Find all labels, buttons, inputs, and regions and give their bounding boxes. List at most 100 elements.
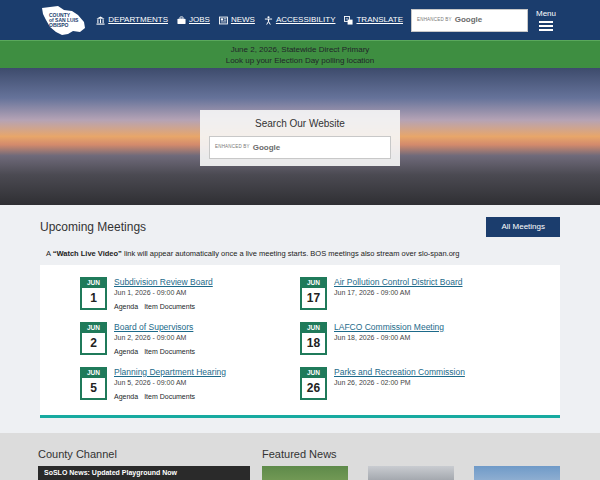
nav-label: JOBS	[189, 14, 210, 26]
logo-text: COUNTYof SAN LUISOBISPO	[40, 5, 86, 29]
meetings-section: Upcoming Meetings All Meetings A “Watch Li…	[0, 205, 600, 433]
badge-day: 18	[300, 333, 327, 355]
site-header: COUNTYof SAN LUISOBISPO DEPARTMENTS JOBS NE…	[0, 0, 600, 40]
briefcase-icon	[177, 16, 186, 25]
meetings-list: JUN1Subdivision Review BoardJun 1, 2026 …	[40, 265, 560, 418]
badge-month: JUN	[300, 367, 327, 378]
meeting-links: Agenda Item Documents	[114, 302, 213, 312]
hamburger-icon	[539, 21, 553, 31]
nav-label: TRANSLATE	[356, 14, 403, 26]
meeting-link[interactable]: Item Documents	[144, 347, 195, 357]
nav-link[interactable]: TRANSLATE	[344, 14, 403, 26]
site-search-box: Search Our Website ENHANCED BYGoogle	[200, 110, 400, 166]
meeting-item: JUN18 LAFCO Commission MeetingJun 18, 202…	[300, 322, 520, 358]
meeting-body: LAFCO Commission MeetingJun 18, 2026 - 0…	[334, 322, 444, 358]
date-badge: JUN18	[300, 322, 327, 358]
channel-video[interactable]: SoSLO News: Updated Playground Now	[38, 466, 250, 480]
menu-button[interactable]: Menu	[532, 10, 560, 31]
date-badge: JUN5	[80, 367, 107, 403]
meeting-links: Agenda Item Documents	[114, 392, 226, 402]
bottom-section: County Channel SoSLO News: Updated Playgr…	[0, 433, 600, 480]
meeting-date: Jun 18, 2026 - 09:00 AM	[334, 333, 444, 343]
all-meetings-button[interactable]: All Meetings	[486, 217, 560, 237]
badge-month: JUN	[80, 277, 107, 288]
badge-day: 1	[80, 288, 107, 310]
news-image[interactable]	[262, 466, 348, 480]
meetings-column: JUN1Subdivision Review BoardJun 1, 2026 …	[80, 277, 300, 403]
meeting-body: Planning Department HearingJun 5, 2026 -…	[114, 367, 226, 403]
meeting-title[interactable]: Planning Department Hearing	[114, 367, 226, 378]
google-brand: Google	[455, 14, 483, 26]
search-title: Search Our Website	[209, 116, 391, 131]
meetings-header: Upcoming Meetings All Meetings	[40, 217, 560, 237]
note-bold: “Watch Live Video”	[53, 249, 122, 258]
meeting-title[interactable]: Parks and Recreation Commission	[334, 367, 465, 378]
meeting-date: Jun 1, 2026 - 09:00 AM	[114, 288, 213, 298]
translate-icon	[344, 16, 353, 25]
logo-line: OBISPO	[49, 23, 86, 28]
building-icon	[96, 16, 105, 25]
badge-day: 26	[300, 378, 327, 400]
note-prefix: A	[46, 249, 53, 258]
meetings-title: Upcoming Meetings	[40, 220, 146, 234]
hero-image: Search Our Website ENHANCED BYGoogle	[0, 68, 600, 205]
news-title: Featured News	[262, 447, 560, 461]
logo-line: COUNTY	[49, 13, 86, 18]
meeting-link[interactable]: Agenda	[114, 392, 138, 402]
meetings-column: JUN 17 Air Pollution Control District Boar…	[300, 277, 520, 403]
live-video-note: A “Watch Live Video” link will appear au…	[40, 249, 560, 259]
meeting-body: Subdivision Review BoardJun 1, 2026 - 09…	[114, 277, 213, 313]
meeting-link[interactable]: Item Documents	[144, 302, 195, 312]
video-title: SoSLO News: Updated Playground Now	[44, 468, 244, 477]
badge-day: 2	[80, 333, 107, 355]
badge-month: JUN	[300, 322, 327, 333]
meeting-link[interactable]: Agenda	[114, 302, 138, 312]
meeting-item: JUN26 Parks and Recreation CommissionJun …	[300, 367, 520, 403]
meeting-date: Jun 17, 2026 - 09:00 AM	[334, 288, 463, 298]
election-link[interactable]: June 2, 2026, Statewide Direct Primary	[231, 44, 370, 55]
nav-label: NEWS	[231, 14, 255, 26]
menu-label: Menu	[536, 10, 556, 18]
enhanced-note: ENHANCED BY	[417, 17, 452, 24]
nav-link[interactable]: NEWS	[219, 14, 255, 26]
header-search-field[interactable]: ENHANCED BYGoogle	[411, 9, 528, 32]
meeting-body: Air Pollution Control District BoardJun …	[334, 277, 463, 313]
date-badge: JUN1	[80, 277, 107, 313]
meeting-item: JUN1 Subdivision Review BoardJun 1, 2026 …	[80, 277, 300, 313]
nav-label: DEPARTMENTS	[108, 14, 168, 26]
meeting-title[interactable]: Air Pollution Control District Board	[334, 277, 463, 288]
channel-title: County Channel	[38, 447, 250, 461]
meeting-title[interactable]: Subdivision Review Board	[114, 277, 213, 288]
meeting-link[interactable]: Agenda	[114, 347, 138, 357]
main-nav: DEPARTMENTS JOBS NEWS ACCESSIBILITY TRANSLAT…	[96, 14, 403, 26]
site-search-field[interactable]: ENHANCED BYGoogle	[209, 136, 391, 159]
nav-link[interactable]: ACCESSIBILITY	[264, 14, 336, 26]
meeting-item: JUN17Air Pollution Control District Boar…	[300, 277, 520, 313]
slo-span-link[interactable]: slo-span.org	[418, 249, 459, 258]
meeting-date: Jun 26, 2026 - 02:00 PM	[334, 378, 465, 388]
election-link[interactable]: Look up your Election Day polling locati…	[226, 55, 375, 66]
news-image[interactable]	[474, 466, 560, 480]
nav-label: ACCESSIBILITY	[276, 14, 336, 26]
news-image[interactable]	[368, 466, 454, 480]
election-banner: June 2, 2026, Statewide Direct PrimaryLo…	[0, 40, 600, 68]
badge-month: JUN	[80, 367, 107, 378]
meeting-body: Parks and Recreation CommissionJun 26, 2…	[334, 367, 465, 403]
meeting-links: Agenda Item Documents	[114, 347, 195, 357]
county-channel: County Channel SoSLO News: Updated Playgr…	[38, 447, 250, 480]
badge-day: 17	[300, 288, 327, 310]
meeting-title[interactable]: Board of Supervisors	[114, 322, 195, 333]
date-badge: JUN2	[80, 322, 107, 358]
meeting-body: Board of SupervisorsJun 2, 2026 - 09:00 …	[114, 322, 195, 358]
google-brand: Google	[253, 142, 281, 154]
nav-link[interactable]: DEPARTMENTS	[96, 14, 168, 26]
newspaper-icon	[219, 16, 228, 25]
accessibility-icon	[264, 16, 273, 25]
enhanced-note: ENHANCED BY	[215, 144, 250, 151]
meeting-link[interactable]: Item Documents	[144, 392, 195, 402]
county-logo[interactable]: COUNTYof SAN LUISOBISPO	[40, 5, 86, 36]
date-badge: JUN26	[300, 367, 327, 403]
badge-day: 5	[80, 378, 107, 400]
nav-link[interactable]: JOBS	[177, 14, 210, 26]
meeting-title[interactable]: LAFCO Commission Meeting	[334, 322, 444, 333]
